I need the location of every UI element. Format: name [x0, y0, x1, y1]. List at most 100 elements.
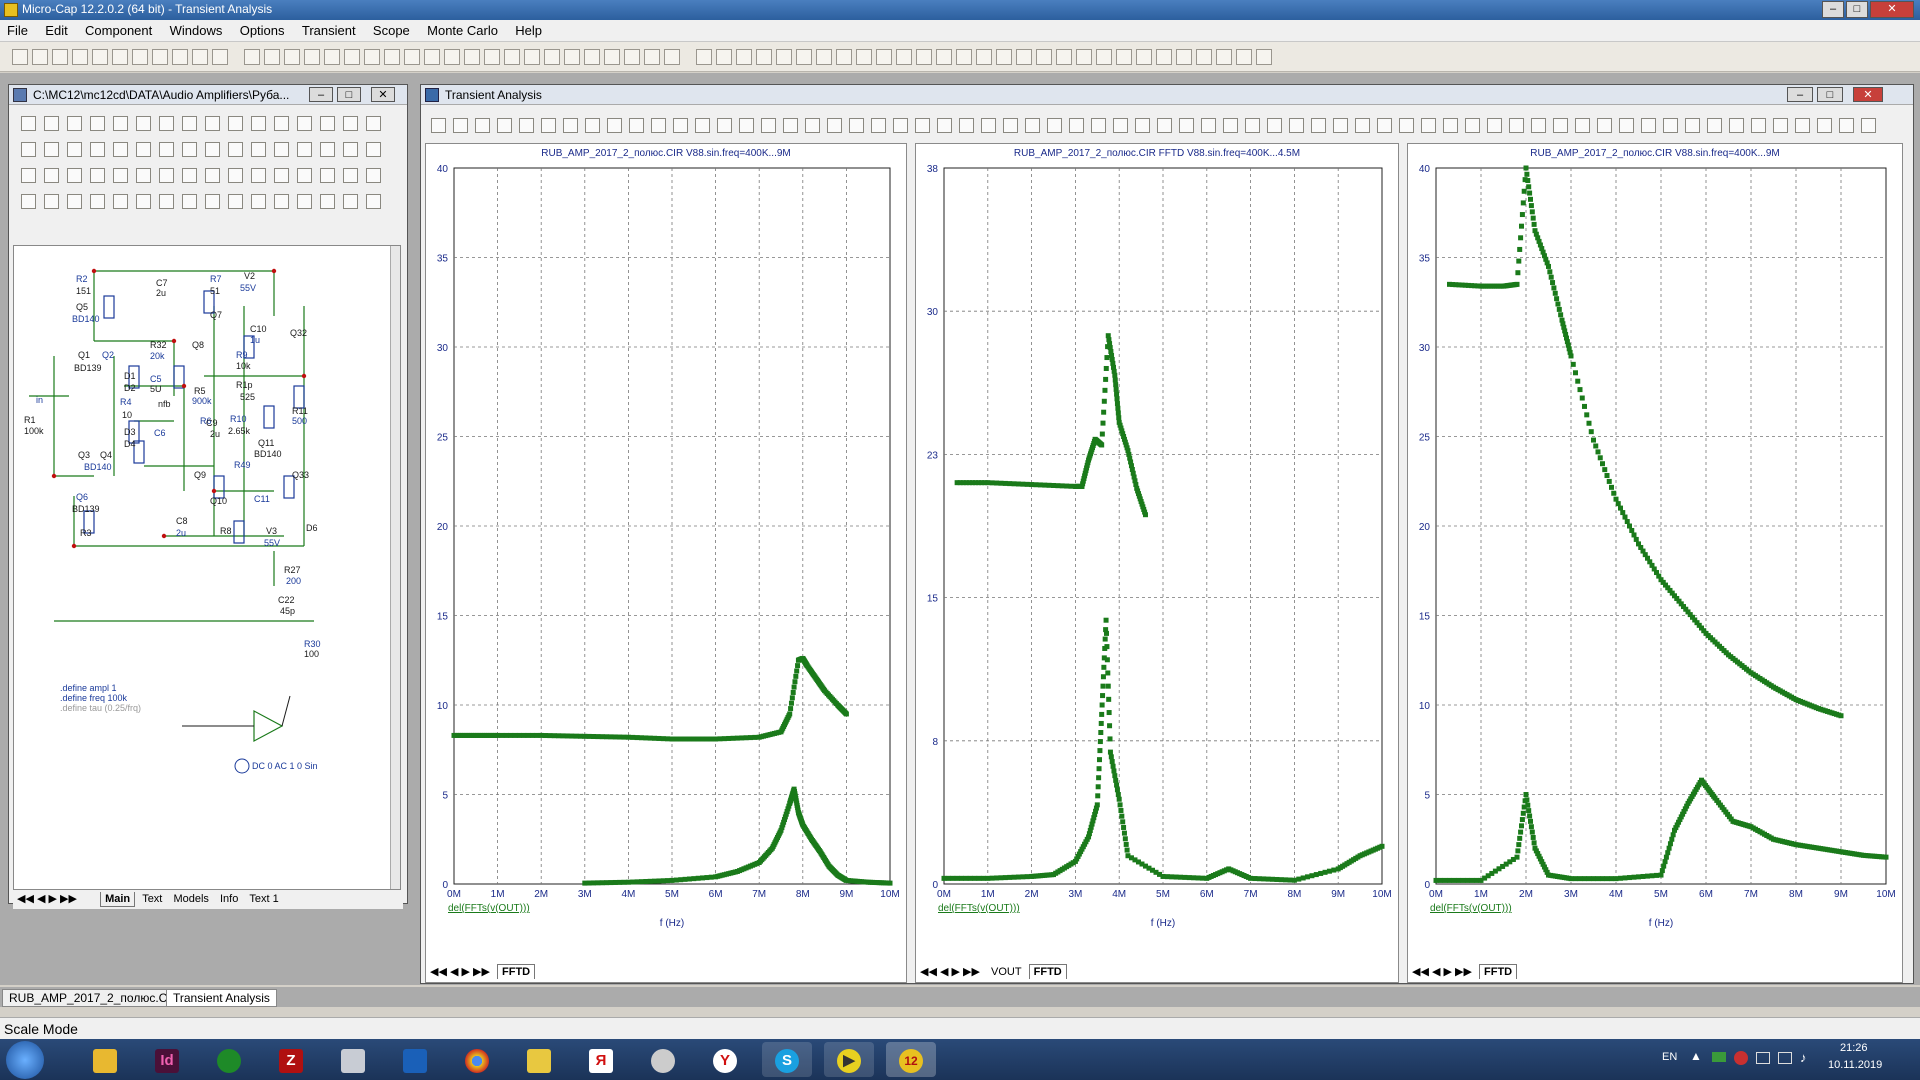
transient-tool-button[interactable] [1663, 118, 1678, 133]
taskbar-chrome[interactable] [452, 1042, 502, 1077]
transient-tool-button[interactable] [1795, 118, 1810, 133]
toolbar-button[interactable] [324, 49, 340, 65]
transient-tool-button[interactable] [1685, 118, 1700, 133]
schematic-tool-button[interactable] [251, 194, 266, 209]
toolbar-button[interactable] [1076, 49, 1092, 65]
taskbar-app3[interactable] [204, 1042, 254, 1077]
transient-tool-button[interactable] [1091, 118, 1106, 133]
transient-tool-button[interactable] [1729, 118, 1744, 133]
transient-tool-button[interactable] [1531, 118, 1546, 133]
taskbar-yandex[interactable]: Я [576, 1042, 626, 1077]
toolbar-button[interactable] [464, 49, 480, 65]
transient-tool-button[interactable] [1641, 118, 1656, 133]
transient-tool-button[interactable] [1179, 118, 1194, 133]
tray-language[interactable]: EN [1662, 1051, 1677, 1063]
schematic-tool-button[interactable] [21, 194, 36, 209]
transient-tool-button[interactable] [1597, 118, 1612, 133]
schematic-tool-button[interactable] [136, 168, 151, 183]
toolbar-button[interactable] [544, 49, 560, 65]
schematic-canvas[interactable]: R2 151 Q5 BD140 C7 2u R7 51 V2 55V Q7 C10 1u Q32 Q8 R9 1… [13, 245, 401, 890]
toolbar-button[interactable] [836, 49, 852, 65]
toolbar-button[interactable] [364, 49, 380, 65]
toolbar-button[interactable] [1036, 49, 1052, 65]
schematic-tool-button[interactable] [320, 142, 335, 157]
curve-label[interactable]: del(FFTs(v(OUT))) [1430, 903, 1512, 914]
transient-window-titlebar[interactable]: Transient Analysis – □ ✕ [421, 85, 1913, 105]
schematic-component[interactable] [263, 405, 275, 429]
tab-models[interactable]: Models [169, 892, 212, 906]
schematic-tool-button[interactable] [159, 116, 174, 131]
schematic-tool-button[interactable] [159, 194, 174, 209]
transient-tool-button[interactable] [915, 118, 930, 133]
transient-tool-button[interactable] [1135, 118, 1150, 133]
toolbar-button[interactable] [756, 49, 772, 65]
plot-1-chart[interactable]: 0M 1M 2M 3M 4M 5M 6M 7M 8M 9M 10M 40 35 30 25 20 15 10 5 0 d… [426, 144, 906, 954]
toolbar-button[interactable] [1256, 49, 1272, 65]
schematic-tool-button[interactable] [182, 194, 197, 209]
toolbar-button[interactable] [524, 49, 540, 65]
schematic-tool-button[interactable] [366, 142, 381, 157]
transient-tool-button[interactable] [1157, 118, 1172, 133]
transient-tool-button[interactable] [563, 118, 578, 133]
toolbar-button[interactable] [444, 49, 460, 65]
transient-tool-button[interactable] [1861, 118, 1876, 133]
schematic-vscrollbar[interactable] [390, 246, 400, 889]
taskbar-indesign[interactable]: Id [142, 1042, 192, 1077]
toolbar-button[interactable] [644, 49, 660, 65]
transient-minimize-button[interactable]: – [1787, 87, 1813, 102]
plot-2-tab-vout[interactable]: VOUT [987, 965, 1026, 979]
toolbar-button[interactable] [192, 49, 208, 65]
doc-tab-schematic[interactable]: RUB_AMP_2017_2_полюс.CIR [2, 989, 187, 1007]
tray-expand-icon[interactable]: ▲ [1690, 1049, 1702, 1063]
nvidia-icon[interactable] [1712, 1052, 1726, 1062]
toolbar-button[interactable] [776, 49, 792, 65]
transient-tool-button[interactable] [1245, 118, 1260, 133]
transient-tool-button[interactable] [1619, 118, 1634, 133]
transient-tool-button[interactable] [1751, 118, 1766, 133]
schematic-tool-button[interactable] [21, 168, 36, 183]
doc-tab-transient[interactable]: Transient Analysis [166, 989, 277, 1007]
opamp-symbol[interactable] [253, 709, 284, 743]
toolbar-button[interactable] [896, 49, 912, 65]
transient-tool-button[interactable] [673, 118, 688, 133]
schematic-tool-button[interactable] [228, 116, 243, 131]
close-button[interactable]: ✕ [1870, 1, 1914, 18]
toolbar-button[interactable] [132, 49, 148, 65]
schematic-tool-button[interactable] [274, 194, 289, 209]
transient-tool-button[interactable] [1465, 118, 1480, 133]
transient-tool-button[interactable] [1773, 118, 1788, 133]
toolbar-button[interactable] [736, 49, 752, 65]
toolbar-button[interactable] [484, 49, 500, 65]
schematic-tool-button[interactable] [366, 116, 381, 131]
tab-text[interactable]: Text [138, 892, 166, 906]
toolbar-button[interactable] [264, 49, 280, 65]
schematic-tool-button[interactable] [343, 168, 358, 183]
taskbar-app13[interactable]: ▶ [824, 1042, 874, 1077]
toolbar-button[interactable] [856, 49, 872, 65]
maximize-button[interactable]: □ [1846, 1, 1868, 18]
toolbar-button[interactable] [384, 49, 400, 65]
toolbar-button[interactable] [1176, 49, 1192, 65]
schematic-tool-button[interactable] [205, 194, 220, 209]
toolbar-button[interactable] [212, 49, 228, 65]
taskbar-app10[interactable] [638, 1042, 688, 1077]
toolbar-button[interactable] [876, 49, 892, 65]
plot-3-chart[interactable]: 0M 1M 2M 3M 4M 5M 6M 7M 8M 9M 10M 40 35 30 25 20 15 10 5 0 d… [1408, 144, 1902, 954]
schematic-tool-button[interactable] [21, 116, 36, 131]
menu-scope[interactable]: Scope [366, 20, 417, 41]
schematic-tool-button[interactable] [205, 142, 220, 157]
transient-tool-button[interactable] [1069, 118, 1084, 133]
transient-tool-button[interactable] [783, 118, 798, 133]
transient-tool-button[interactable] [1267, 118, 1282, 133]
transient-tool-button[interactable] [717, 118, 732, 133]
schematic-restore-button[interactable]: □ [337, 87, 361, 102]
toolbar-button[interactable] [284, 49, 300, 65]
schematic-component[interactable] [213, 475, 225, 499]
schematic-tool-button[interactable] [67, 142, 82, 157]
toolbar-button[interactable] [172, 49, 188, 65]
menu-transient[interactable]: Transient [295, 20, 363, 41]
toolbar-button[interactable] [564, 49, 580, 65]
transient-tool-button[interactable] [739, 118, 754, 133]
transient-tool-button[interactable] [651, 118, 666, 133]
transient-tool-button[interactable] [629, 118, 644, 133]
